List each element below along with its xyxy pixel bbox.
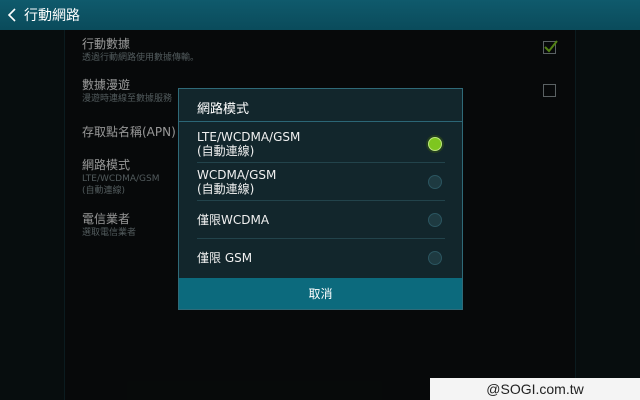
option-label-line2: (自動連線) — [197, 144, 255, 158]
option-gsm-only[interactable]: 僅限 GSM — [179, 239, 462, 277]
divider — [179, 121, 462, 122]
radio-selected-icon[interactable] — [428, 137, 442, 151]
option-label: 僅限WCDMA — [197, 213, 270, 227]
watermark: @SOGI.com.tw — [430, 378, 640, 400]
cancel-button[interactable]: 取消 — [179, 278, 462, 309]
option-label-line1: LTE/WCDMA/GSM — [197, 130, 301, 144]
option-wcdma-only[interactable]: 僅限WCDMA — [179, 201, 462, 239]
radio-icon[interactable] — [428, 251, 442, 265]
option-label: WCDMA/GSM (自動連線) — [197, 168, 276, 196]
back-arrow-icon[interactable] — [6, 8, 20, 22]
action-bar: 行動網路 — [0, 0, 640, 30]
network-mode-dialog: 網路模式 LTE/WCDMA/GSM (自動連線) WCDMA/GSM (自動連… — [178, 88, 463, 310]
dialog-title: 網路模式 — [197, 102, 250, 117]
option-label: LTE/WCDMA/GSM (自動連線) — [197, 130, 300, 158]
option-lte-wcdma-gsm[interactable]: LTE/WCDMA/GSM (自動連線) — [179, 125, 462, 163]
option-label-line2: (自動連線) — [197, 182, 255, 196]
option-wcdma-gsm[interactable]: WCDMA/GSM (自動連線) — [179, 163, 462, 201]
page-title[interactable]: 行動網路 — [24, 5, 80, 25]
radio-icon[interactable] — [428, 175, 442, 189]
option-label-line1: WCDMA/GSM — [197, 168, 277, 182]
option-label: 僅限 GSM — [197, 251, 253, 265]
radio-icon[interactable] — [428, 213, 442, 227]
